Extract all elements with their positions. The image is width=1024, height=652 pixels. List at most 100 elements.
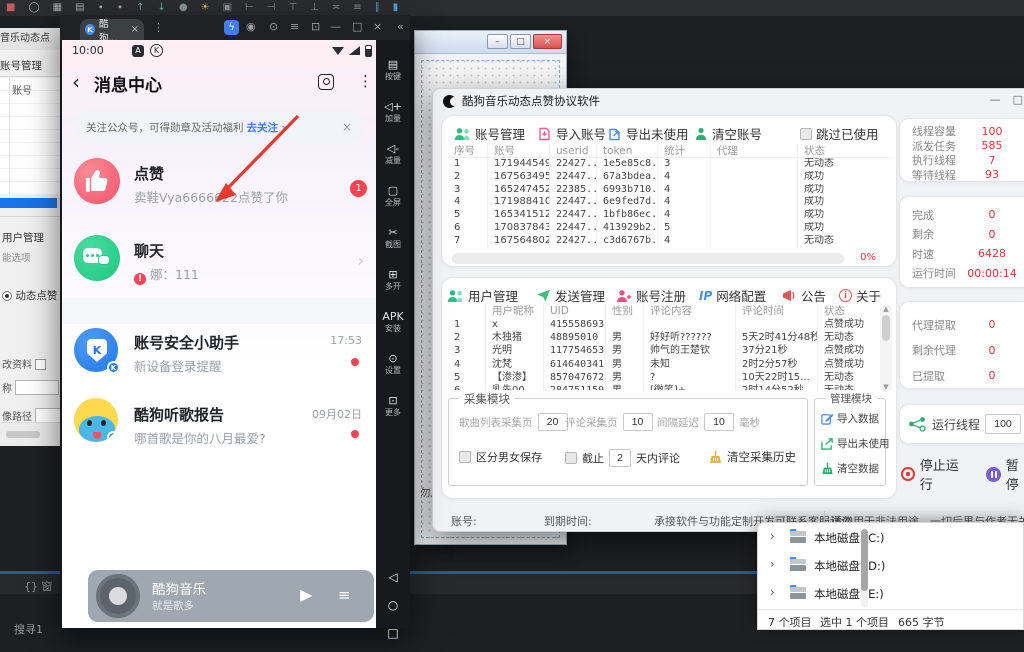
column-header[interactable]: 序号 [448,144,488,158]
column-header[interactable]: 代理 [711,144,798,158]
clear-accounts-button[interactable]: 清空账号 [694,124,762,143]
ide-tool-icon[interactable]: ≍ [332,0,340,16]
record-icon[interactable]: ⊙ [269,20,278,33]
app-titlebar[interactable]: 酷狗音乐动态点赞协议软件 — □ [433,89,1024,113]
import-accounts-button[interactable]: 导入账号 [537,124,606,143]
account-manage-button[interactable]: 账号管理 [454,124,525,143]
ide-tool-icon[interactable]: ≡ [353,0,361,16]
mini-player[interactable]: 酷狗音乐 就是歌多 ▶ ≡ [88,570,374,622]
ide-tool-icon[interactable]: ⊥ [310,0,319,16]
message-item-chat[interactable]: 聊天 !娜：111 › [62,235,376,291]
column-header[interactable]: 评论时间 [736,304,818,318]
sidebar-tool-button[interactable]: ◁+ 加量 [376,100,410,124]
ide-window-tab-fragment[interactable]: {} 窗 [24,578,53,594]
menu-icon[interactable]: ≡ [290,20,299,33]
message-item-security[interactable]: K K 账号安全小助手 新设备登录提醒 17:53 [62,328,376,382]
maximize-button[interactable]: □ [510,34,531,49]
about-button[interactable]: i 关于 [839,286,881,305]
android-back-icon[interactable]: ◁ [376,570,410,584]
scrollbar-thumb[interactable] [6,431,40,438]
tab-user-manage-fragment[interactable]: 用户管理 [2,230,44,245]
minimize-button[interactable]: – [487,34,508,49]
table-row[interactable]: 1 x 415558693 点赞成功 [448,318,878,331]
table-row[interactable]: 5 16534151256 22447... 1bfb86ec... 4 成功 [448,209,890,222]
android-recent-icon[interactable]: □ [376,626,410,640]
expand-chevron-icon[interactable]: › [770,557,775,571]
android-home-icon[interactable]: ○ [376,598,410,612]
export-unused-data-button[interactable]: 导出未使用 [821,436,890,451]
name-field-fragment[interactable]: 称 [2,380,59,395]
tab-account-manage-fragment[interactable]: 账号管理 [0,58,42,73]
gamepad-icon[interactable]: ◉ [246,20,256,33]
ide-tool-icon[interactable]: ■ [6,0,15,16]
emulator-tab[interactable]: K 酷狗... × [80,19,144,40]
column-header[interactable]: 状态 [818,304,878,318]
send-manage-button[interactable]: 发送管理 [536,286,605,305]
sidebar-tool-button[interactable]: ◁- 减量 [376,142,410,166]
playlist-icon[interactable]: ≡ [338,586,351,604]
skip-used-checkbox[interactable]: 跳过已使用 [800,124,879,143]
column-header[interactable]: 统计 [658,144,711,158]
column-header[interactable]: token [597,144,658,158]
scroll-up-icon[interactable]: ▲ [880,304,892,314]
gender-split-checkbox[interactable] [459,451,471,463]
ide-tool-icon[interactable]: ⊢ [245,0,254,16]
song-pages-input[interactable] [538,413,568,431]
table-row[interactable]: 7 16756480265 22427... c3d6767b... 4 无动态 [448,235,890,248]
radio-dynamic-like[interactable]: 动态点赞 [2,288,57,303]
table-row[interactable]: 6 乳先00 284751159 男 [微笑]+ 2时14分52秒 无动态 [448,384,878,390]
user-manage-button[interactable]: 用户管理 [447,286,518,305]
ide-tool-icon[interactable]: ▤ [75,0,84,16]
account-register-button[interactable]: 账号注册 [616,286,686,305]
table-row[interactable]: 6 17083784368 22447... 413929b2... 5 成功 [448,222,890,235]
announcement-button[interactable]: 公告 [782,286,826,305]
sidebar-tool-button[interactable]: APK 安装 [376,310,410,334]
message-item-report[interactable]: K 酷狗听歌报告 哪首歌是你的八月最爱? 09月02日 [62,398,376,452]
ide-tool-icon[interactable]: ☀ [201,0,210,16]
collapse-sidebar-icon[interactable]: « [397,20,404,33]
back-icon[interactable]: ‹ [72,70,80,94]
sidebar-tool-button[interactable]: ▢ 全屏 [376,184,410,208]
ide-search-label[interactable]: 搜寻1 [14,621,43,637]
table-row[interactable]: 3 16524745297 22385... 6993b710... 4 成功 [448,184,890,197]
ide-tool-icon[interactable]: ↓ [157,0,165,16]
ide-tool-icon[interactable]: ▣ [223,0,232,16]
radio-icon[interactable] [2,291,12,301]
stop-run-button[interactable]: 停止运行 [901,455,970,493]
ide-tool-icon[interactable]: ● [179,0,188,16]
text-input[interactable] [15,380,59,395]
column-header[interactable]: 评论内容 [644,304,736,318]
ide-tool-icon[interactable]: ⊣ [267,0,276,16]
expand-chevron-icon[interactable]: › [770,529,775,543]
sidebar-tool-button[interactable]: ✂ 截图 [376,226,410,250]
maximize-button[interactable]: □ [352,20,362,33]
column-header[interactable]: 状态 [798,144,890,158]
sidebar-tool-button[interactable]: ▤ 按键 [376,58,410,82]
export-unused-button[interactable]: 导出未使用 [607,124,689,143]
column-header[interactable]: 性别 [606,304,644,318]
ide-tool-icon[interactable]: ▮ [393,0,399,16]
table-row[interactable]: 4 沈梵 614640341 男 未知 2时2分57秒 点赞成功 [448,358,878,371]
delay-input[interactable] [704,413,734,431]
table-row[interactable]: 3 光明 1177546537 男 帅气的王楚钦 37分21秒 点赞成功 [448,344,878,357]
pause-button[interactable]: 暂停 [986,455,1024,493]
text-input[interactable] [35,408,61,423]
path-field-fragment[interactable]: 像路径 [2,408,61,423]
more-icon[interactable]: ⋮ [358,72,373,90]
ide-tool-icon[interactable]: ▦ [53,0,62,16]
until-days-input[interactable] [609,449,631,467]
column-header[interactable]: userid [550,144,597,158]
drive-tree-item[interactable]: › 本地磁盘 (D:) [758,551,1023,579]
medal-icon[interactable] [318,74,334,90]
network-config-button[interactable]: IP 网络配置 [699,286,766,305]
maximize-button[interactable]: □ [1013,93,1023,106]
close-button[interactable]: × [533,34,562,49]
scrollbar-thumb[interactable] [882,315,890,341]
banner-close-icon[interactable]: × [342,120,352,134]
sidebar-tool-button[interactable]: ⊙ 设置 [376,352,410,376]
column-header[interactable]: 账号 [488,144,550,158]
ide-tool-icon[interactable]: ∙ [117,0,123,16]
scrollbar-thumb[interactable] [861,529,868,591]
table-row[interactable]: 4 17198841020 22447... 6e9fed7d... 4 成功 [448,196,890,209]
drive-tree-item[interactable]: › 本地磁盘 (E:) [758,579,1023,607]
